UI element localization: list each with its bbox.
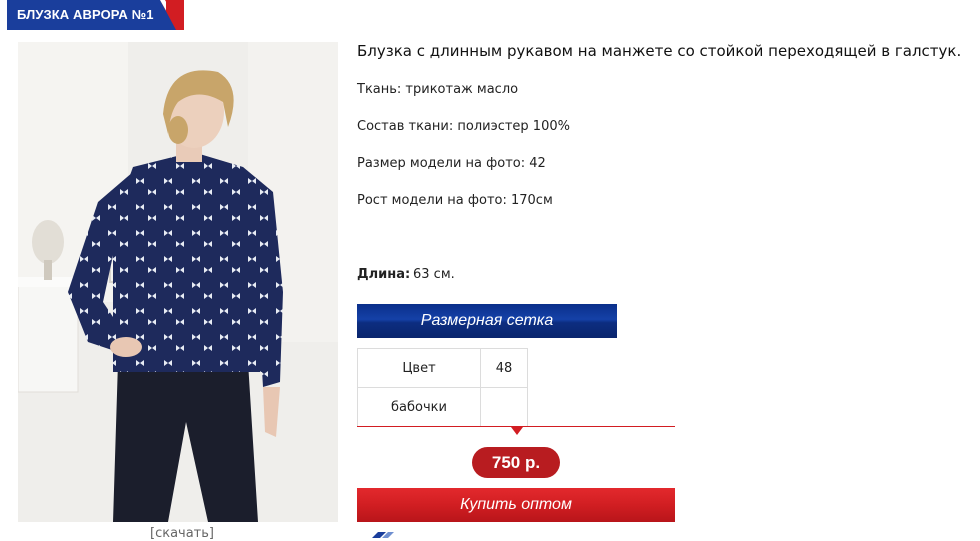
attr-model-size: Размер модели на фото: 42 [357, 156, 546, 171]
divider-arrow-icon [511, 427, 523, 435]
download-link[interactable]: [скачать] [150, 526, 214, 541]
length-value: 63 см. [413, 267, 455, 282]
size-chart-button[interactable]: Размерная сетка [357, 304, 617, 338]
buy-wholesale-button[interactable]: Купить оптом [357, 488, 675, 522]
page-title: БЛУЗКА АВРОРА №1 [17, 7, 154, 22]
length-label: Длина: [357, 267, 411, 282]
color-header: Цвет [357, 348, 481, 388]
attr-fabric: Ткань: трикотаж масло [357, 82, 519, 97]
size-header: 48 [480, 348, 528, 388]
table-row: бабочки [357, 387, 528, 427]
product-photo[interactable] [18, 42, 338, 522]
sizes-table: Цвет 48 бабочки [357, 348, 528, 427]
logo-icon [372, 532, 394, 538]
table-row: Цвет 48 [357, 348, 528, 388]
product-image-illustration [18, 42, 338, 522]
attr-composition: Состав ткани: полиэстер 100% [357, 119, 570, 134]
color-cell: бабочки [357, 387, 481, 427]
price-badge: 750 р. [472, 447, 560, 478]
quantity-cell[interactable] [480, 387, 528, 427]
attr-model-height: Рост модели на фото: 170см [357, 193, 553, 208]
product-description: Блузка с длинным рукавом на манжете со с… [357, 42, 962, 60]
